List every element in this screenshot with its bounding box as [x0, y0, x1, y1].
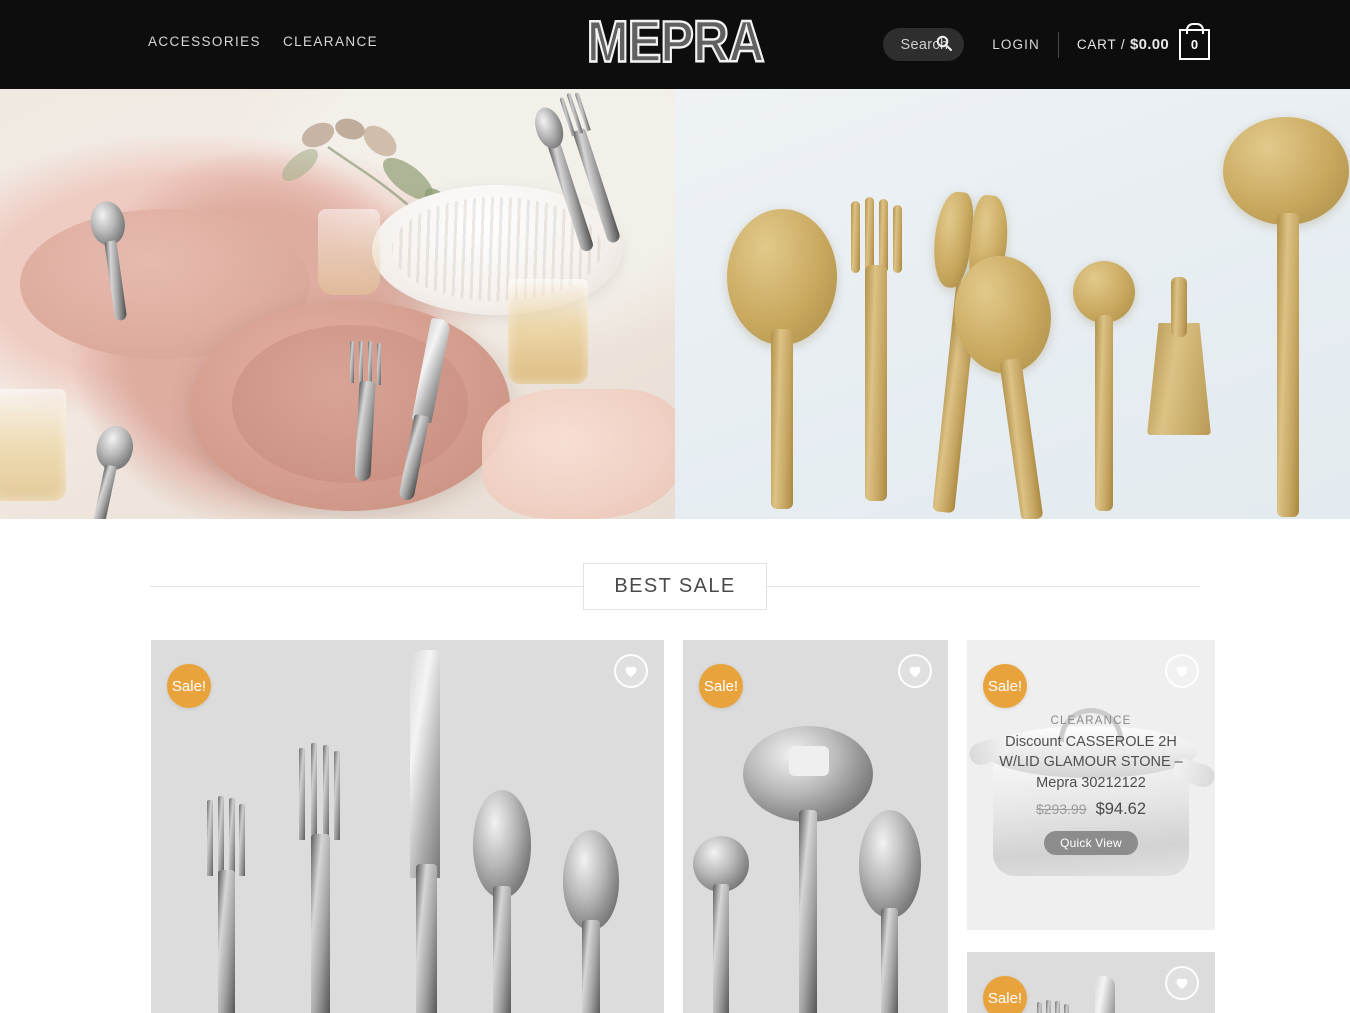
- main-navigation: ACCESSORIES CLEARANCE: [148, 34, 378, 49]
- hero-slide-pink-tableware[interactable]: [0, 89, 675, 519]
- fork-bottom-mid: [1037, 1000, 1069, 1013]
- sale-badge: Sale!: [983, 976, 1027, 1013]
- glass-left: [0, 389, 66, 501]
- product-price: $293.99 $94.62: [1036, 800, 1146, 819]
- gold-small-ladle: [1073, 261, 1135, 511]
- sale-badge: Sale!: [983, 664, 1027, 708]
- spoon-bottom-left: [73, 421, 141, 519]
- cart-label: CART / $0.00: [1077, 36, 1169, 53]
- vase: [318, 209, 380, 295]
- product-price-original: $293.99: [1035, 801, 1087, 818]
- wishlist-button[interactable]: [1165, 654, 1199, 688]
- cart-amount: $0.00: [1129, 36, 1169, 53]
- product-column-right: CLEARANCE Discount CASSEROLE 2H W/LID GL…: [967, 640, 1215, 1013]
- header-actions: Search LOGIN CART / $0.00 0: [882, 0, 1210, 89]
- product-category: CLEARANCE: [1050, 714, 1132, 727]
- product-card-serving-utensils[interactable]: Sale!: [683, 640, 948, 1013]
- logo-text: MEPRA: [586, 10, 766, 75]
- hero-banner: [0, 89, 1350, 519]
- nav-item-clearance[interactable]: CLEARANCE: [283, 34, 378, 49]
- fork-large: [298, 743, 342, 1013]
- best-sale-section: BEST SALE Sale! Sale! CLEARANCE Discount…: [0, 519, 1350, 1013]
- site-logo[interactable]: MEPRA: [586, 12, 766, 74]
- napkin: [482, 389, 675, 519]
- spoon-small: [563, 830, 619, 1013]
- cart-text: CART /: [1076, 37, 1126, 52]
- knife-bottom: [1095, 976, 1115, 1013]
- gold-cake-server: [1147, 277, 1211, 507]
- small-ladle: [693, 836, 749, 1013]
- heart-icon: [1176, 978, 1188, 989]
- wishlist-button[interactable]: [1165, 966, 1199, 1000]
- login-link[interactable]: LOGIN: [992, 37, 1040, 52]
- fork-on-plate: [348, 341, 382, 482]
- section-title: BEST SALE: [583, 562, 767, 610]
- search-button[interactable]: Search: [882, 28, 965, 61]
- gold-fork-1: [847, 197, 903, 501]
- wishlist-button[interactable]: [898, 654, 932, 688]
- skimmer-spoon: [743, 726, 873, 1013]
- heart-icon: [1176, 666, 1188, 677]
- serving-spoon: [859, 810, 921, 1013]
- section-heading-row: BEST SALE: [150, 562, 1200, 610]
- spoon-medium: [473, 790, 531, 1013]
- hero-slide-gold-cutlery[interactable]: [675, 89, 1350, 519]
- product-grid: Sale! Sale! CLEARANCE Discount CASSEROLE…: [151, 640, 1215, 1013]
- sale-badge: Sale!: [699, 664, 743, 708]
- heart-icon: [625, 666, 637, 677]
- heart-icon: [909, 666, 921, 677]
- header-divider: [1057, 31, 1059, 58]
- sale-badge: Sale!: [167, 664, 211, 708]
- cart-count: 0: [1190, 37, 1199, 52]
- search-icon: [936, 35, 953, 51]
- product-image-flatware-set: [151, 640, 664, 1013]
- glass-right: [508, 279, 588, 384]
- wishlist-button[interactable]: [614, 654, 648, 688]
- product-price-sale: $94.62: [1095, 800, 1147, 819]
- product-title[interactable]: Discount CASSEROLE 2H W/LID GLAMOUR STON…: [985, 732, 1197, 794]
- product-card-casserole[interactable]: CLEARANCE Discount CASSEROLE 2H W/LID GL…: [967, 640, 1215, 930]
- nav-item-accessories[interactable]: ACCESSORIES: [148, 34, 261, 49]
- cart-button[interactable]: CART / $0.00 0: [1077, 29, 1210, 60]
- gold-large-ladle: [1223, 117, 1349, 517]
- fork-small: [206, 796, 246, 1013]
- product-card-cutlery-bottom[interactable]: Sale!: [967, 952, 1215, 1013]
- product-card-flatware-set[interactable]: Sale!: [151, 640, 664, 1013]
- shopping-bag-icon: 0: [1179, 29, 1210, 60]
- site-header: ACCESSORIES CLEARANCE MEPRA Search LOGIN…: [0, 0, 1350, 89]
- gold-spoon-1: [727, 209, 837, 509]
- knife: [404, 650, 450, 1013]
- quick-view-button[interactable]: Quick View: [1044, 831, 1138, 856]
